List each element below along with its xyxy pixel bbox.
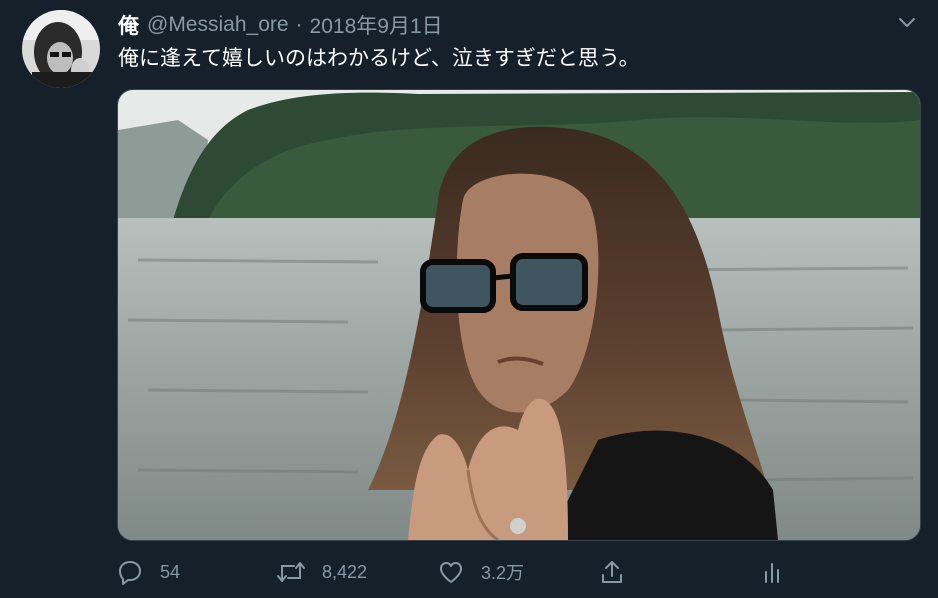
analytics-icon bbox=[765, 563, 779, 583]
tweet-card: 俺 @Messiah_ore · 2018年9月1日 俺に逢えて嬉しいのはわかる… bbox=[0, 0, 938, 598]
tweet-text: 俺に逢えて嬉しいのはわかるけど、泣きすぎだと思う。 bbox=[118, 47, 640, 70]
tweet-photo[interactable] bbox=[117, 89, 921, 541]
share-button[interactable] bbox=[598, 552, 626, 592]
retweet-icon bbox=[277, 562, 305, 582]
avatar[interactable] bbox=[22, 10, 100, 88]
reply-icon bbox=[119, 561, 141, 585]
reply-count: 54 bbox=[160, 561, 181, 582]
like-button[interactable]: 3.2万 bbox=[437, 552, 524, 592]
retweet-count: 8,422 bbox=[322, 561, 368, 582]
tweet-header: 俺 @Messiah_ore · 2018年9月1日 bbox=[118, 10, 443, 40]
share-icon bbox=[602, 561, 622, 583]
user-handle[interactable]: @Messiah_ore bbox=[147, 13, 289, 37]
more-options-button[interactable] bbox=[895, 12, 919, 34]
heart-icon bbox=[440, 562, 462, 583]
avatar-image bbox=[22, 10, 100, 88]
separator-dot: · bbox=[295, 13, 303, 36]
tweet-date[interactable]: 2018年9月1日 bbox=[310, 10, 443, 40]
tweet-actions: 54 8,422 3.2万 bbox=[0, 552, 938, 592]
display-name[interactable]: 俺 bbox=[118, 10, 139, 40]
reply-button[interactable]: 54 bbox=[116, 552, 180, 592]
analytics-button[interactable] bbox=[758, 552, 786, 592]
photo-image bbox=[118, 90, 920, 540]
chevron-down-icon bbox=[899, 18, 915, 27]
retweet-button[interactable]: 8,422 bbox=[276, 552, 367, 592]
like-count: 3.2万 bbox=[481, 563, 525, 583]
